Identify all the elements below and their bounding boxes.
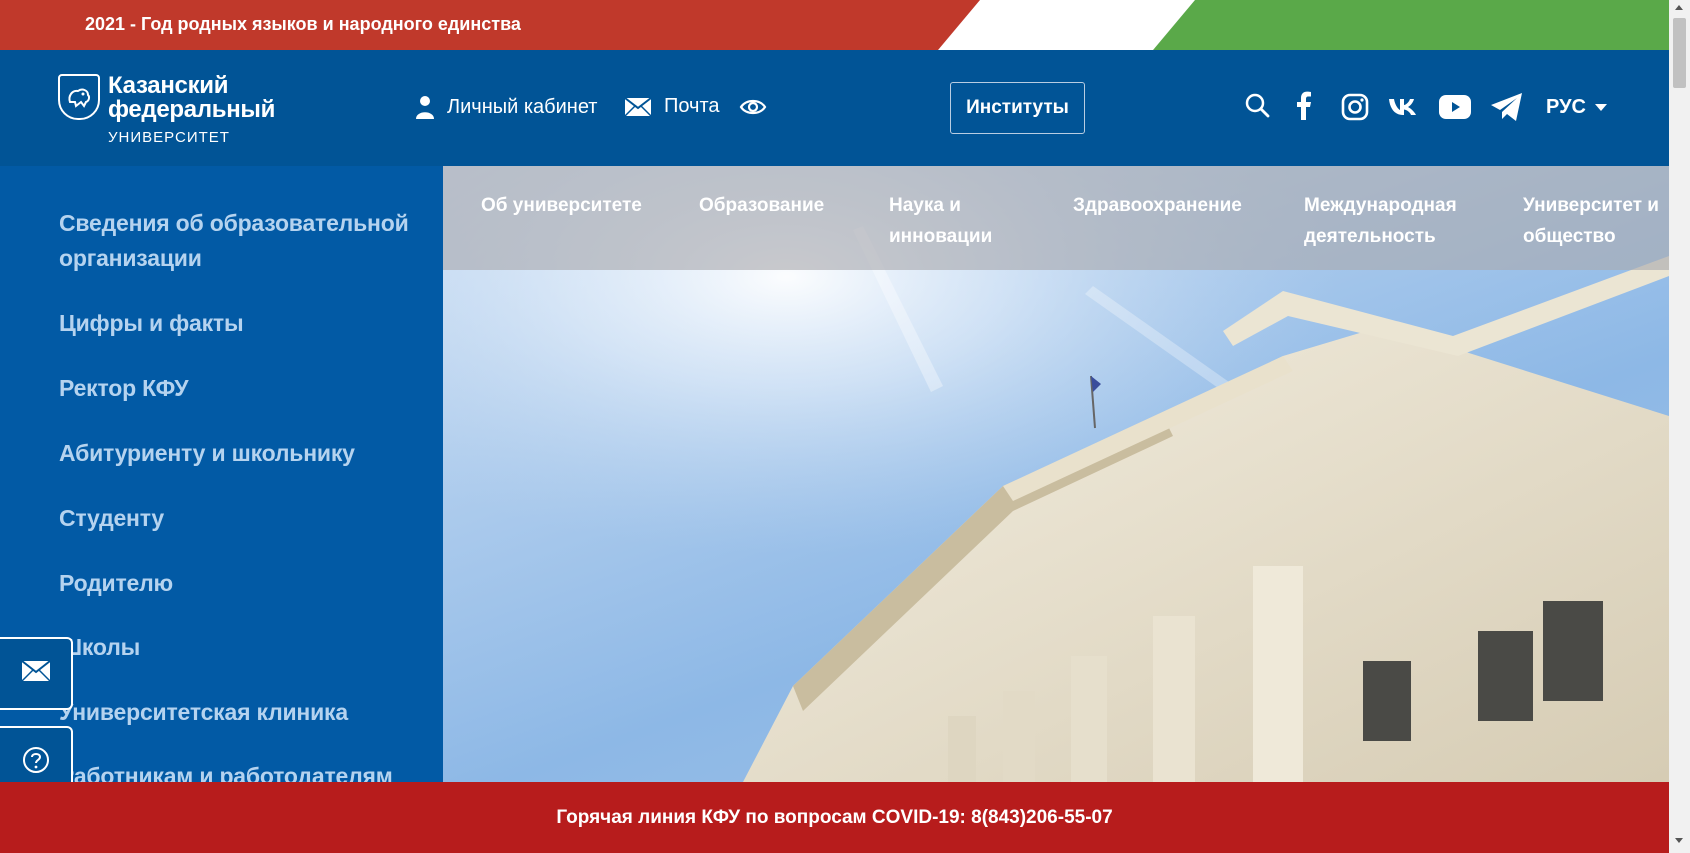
sidebar-item-facts[interactable]: Цифры и факты bbox=[59, 306, 244, 341]
institutes-button[interactable]: Институты bbox=[950, 82, 1085, 134]
banner-text: 2021 - Год родных языков и народного еди… bbox=[85, 14, 521, 34]
feedback-mail-button[interactable] bbox=[0, 637, 73, 710]
scroll-down-icon[interactable] bbox=[1675, 838, 1683, 843]
instagram-icon[interactable] bbox=[1341, 93, 1369, 126]
sidebar-item-clinic[interactable]: Университетская клиника bbox=[59, 695, 348, 730]
covid-hotline-text: Горячая линия КФУ по вопросам COVID-19: … bbox=[556, 806, 1113, 828]
scrollbar-thumb[interactable] bbox=[1673, 18, 1686, 88]
university-logo[interactable]: Казанский федеральный УНИВЕРСИТЕТ bbox=[58, 74, 275, 150]
main-menu: Об университете Образование Наука и инно… bbox=[443, 166, 1669, 270]
sidebar-item-employers[interactable]: Работникам и работодателям bbox=[59, 759, 393, 782]
language-selector[interactable]: РУС bbox=[1546, 96, 1607, 119]
logo-line-3: УНИВЕРСИТЕТ bbox=[108, 129, 230, 146]
personal-cabinet-link[interactable]: Личный кабинет bbox=[415, 95, 597, 119]
scroll-up-icon[interactable] bbox=[1675, 5, 1683, 10]
sidebar-item-parent[interactable]: Родителю bbox=[59, 566, 173, 601]
user-icon bbox=[415, 95, 435, 119]
search-icon[interactable] bbox=[1244, 92, 1270, 123]
mail-label: Почта bbox=[664, 95, 720, 117]
youtube-icon[interactable] bbox=[1439, 95, 1471, 124]
menu-item-about[interactable]: Об университете bbox=[481, 190, 642, 221]
personal-cabinet-label: Личный кабинет bbox=[447, 95, 598, 118]
page-scrollbar[interactable] bbox=[1669, 0, 1690, 853]
mail-icon bbox=[624, 96, 652, 117]
menu-item-international[interactable]: Международная деятельность bbox=[1304, 190, 1464, 252]
sidebar-item-applicant[interactable]: Абитуриенту и школьнику bbox=[59, 436, 355, 471]
logo-line-2: федеральный bbox=[108, 96, 276, 123]
mail-icon bbox=[20, 660, 51, 687]
site-header: Казанский федеральный УНИВЕРСИТЕТ Личный… bbox=[0, 50, 1669, 166]
covid-hotline-bar: Горячая линия КФУ по вопросам COVID-19: … bbox=[0, 782, 1669, 853]
menu-item-society[interactable]: Университет и общество bbox=[1523, 190, 1663, 252]
menu-item-healthcare[interactable]: Здравоохранение bbox=[1073, 190, 1242, 221]
hero-image: Об университете Образование Наука и инно… bbox=[443, 166, 1669, 782]
language-label: РУС bbox=[1546, 96, 1586, 118]
logo-line-1: Казанский bbox=[108, 72, 229, 99]
sidebar-item-student[interactable]: Студенту bbox=[59, 501, 164, 536]
emblem-icon bbox=[58, 74, 100, 120]
sidebar-item-rector[interactable]: Ректор КФУ bbox=[59, 371, 189, 406]
banner-green-stripe bbox=[1153, 0, 1669, 50]
telegram-icon[interactable] bbox=[1490, 92, 1524, 127]
facebook-icon[interactable] bbox=[1295, 90, 1313, 125]
menu-item-education[interactable]: Образование bbox=[699, 190, 824, 221]
question-icon bbox=[22, 746, 50, 779]
sidebar-item-organization-info[interactable]: Сведения об образовательной организации bbox=[59, 206, 429, 276]
year-banner: 2021 - Год родных языков и народного еди… bbox=[0, 0, 1669, 50]
vk-icon[interactable] bbox=[1388, 97, 1420, 122]
mail-link[interactable]: Почта bbox=[624, 95, 720, 118]
eye-icon[interactable] bbox=[739, 97, 767, 122]
menu-item-science[interactable]: Наука и инновации bbox=[889, 190, 1019, 252]
chevron-down-icon bbox=[1594, 104, 1607, 111]
